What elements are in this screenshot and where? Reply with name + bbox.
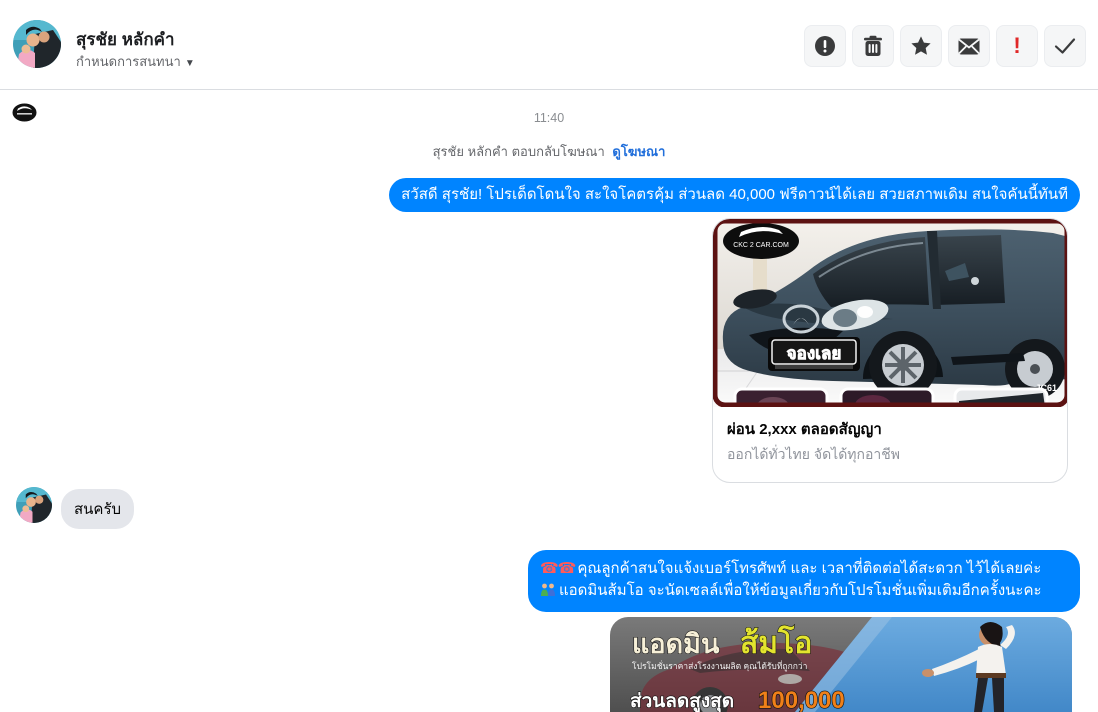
incoming-message-1: สนครับ — [61, 489, 135, 529]
promo-banner-image[interactable]: แอดมิน ส้มโอ โปรโมชั่นราคาส่งโรงงานผลิต … — [610, 617, 1072, 712]
messenger-conversation: สุรชัย หลักคำ กำหนดการสนทนา ▼ ! 11:40 สุ… — [0, 0, 1098, 712]
outgoing-message-1: สวัสดี สุรชัย! โปรเด็ดโดนใจ สะใจโคตรคุ้ม… — [389, 178, 1080, 212]
header-action-bar: ! — [804, 25, 1086, 67]
card-title: ผ่อน 2,xxx ตลอดสัญญา — [727, 421, 882, 438]
card-body: ผ่อน 2,xxx ตลอดสัญญา ออกได้ทั่วไทย จัดได… — [713, 407, 1067, 482]
delete-button[interactable] — [852, 25, 894, 67]
banner-title-word2: ส้มโอ — [740, 624, 812, 660]
outgoing-message-2-line2: แอดมินส้มโอ จะนัดเซลล์เพื่อให้ข้อมูลเกี่… — [540, 580, 1068, 604]
star-icon — [911, 36, 931, 55]
mark-done-check-icon — [1054, 38, 1076, 54]
dealer-logo-text: CKC 2 CAR.COM — [733, 242, 789, 249]
people-emoji — [540, 582, 556, 604]
plate-text: จองเลย — [787, 344, 842, 363]
ad-reply-text: สุรชัย หลักคำ ตอบกลับโฆษณา — [432, 144, 605, 159]
view-ad-link[interactable]: ดูโฆษณา — [612, 144, 665, 159]
avatar-photo — [13, 20, 61, 68]
outgoing-message-2-line1: ☎☎ คุณลูกค้าสนใจแจ้งเบอร์โทรศัพท์ และ เวล… — [540, 560, 1042, 577]
banner-tagline: โปรโมชั่นราคาส่งโรงงานผลิต คุณได้รับที่ถ… — [632, 660, 807, 672]
avatar-photo-small — [16, 487, 52, 523]
schedule-label: กำหนดการสนทนา — [76, 54, 181, 69]
timestamp: 11:40 — [533, 111, 565, 125]
card-subtitle: ออกได้ทั่วไทย จัดได้ทุกอาชีพ — [727, 446, 901, 462]
mark-spam-button[interactable]: ! — [996, 25, 1038, 67]
banner-discount-value: 100,000 — [758, 687, 845, 712]
mark-done-button[interactable] — [1044, 25, 1086, 67]
report-circle-exclamation-icon — [815, 36, 835, 56]
conversation-schedule-dropdown[interactable]: กำหนดการสนทนา ▼ — [76, 51, 195, 72]
trash-icon — [864, 35, 882, 56]
telephone-emoji: ☎☎ — [540, 560, 576, 577]
car-listing-card[interactable]: จองเลย CKC 2 CAR.COM JC61 ผ่อน 2,xxx ตลอ… — [712, 218, 1068, 483]
spam-red-exclamation-icon: ! — [1013, 33, 1021, 58]
ad-reply-context: สุรชัย หลักคำ ตอบกลับโฆษณา ดูโฆษณา — [0, 141, 1098, 162]
conversation-user-name: สุรชัย หลักคำ — [76, 30, 175, 49]
chevron-down-icon: ▼ — [184, 58, 195, 69]
outgoing-message-2: ☎☎ คุณลูกค้าสนใจแจ้งเบอร์โทรศัพท์ และ เวล… — [528, 550, 1080, 612]
incoming-avatar[interactable] — [16, 487, 52, 523]
report-button[interactable] — [804, 25, 846, 67]
mark-unread-envelope-icon — [958, 38, 980, 54]
banner-title-word1: แอดมิน — [632, 629, 720, 659]
star-button[interactable] — [900, 25, 942, 67]
user-avatar[interactable] — [13, 20, 61, 68]
mark-unread-button[interactable] — [948, 25, 990, 67]
promo-banner-art: แอดมิน ส้มโอ โปรโมชั่นราคาส่งโรงงานผลิต … — [610, 617, 1072, 712]
banner-discount-label: ส่วนลดสูงสุด — [630, 691, 734, 712]
car-photo: จองเลย CKC 2 CAR.COM JC61 — [713, 219, 1067, 407]
conversation-header: สุรชัย หลักคำ กำหนดการสนทนา ▼ ! — [0, 0, 1098, 90]
